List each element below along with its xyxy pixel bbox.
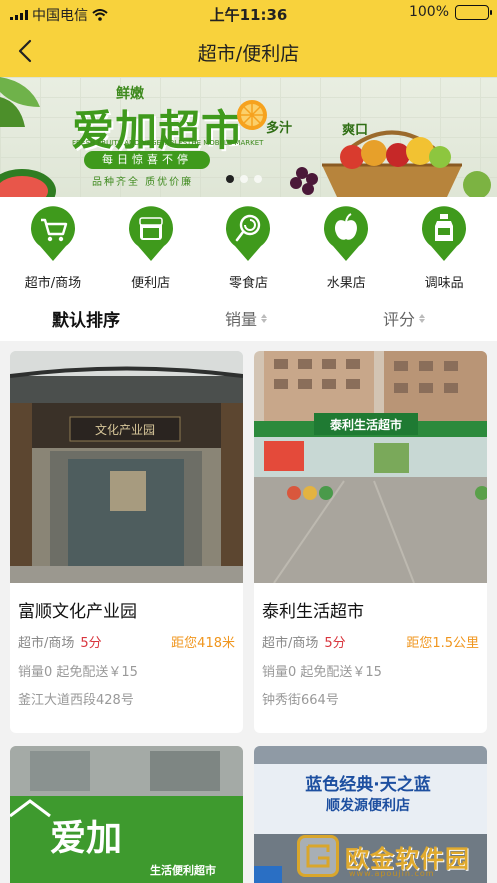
category-row: 超市/商场 便利店 零食店 水果店 调味品: [0, 197, 497, 293]
store-name: 富顺文化产业园: [18, 602, 137, 622]
store-photo: 泰利生活超市: [254, 351, 487, 583]
store-distance: 距您418米: [171, 636, 235, 651]
watermark: 欧金软件园 www.apoujin.com: [297, 831, 493, 881]
category-supermarket[interactable]: 超市/商场: [8, 197, 98, 293]
banner-subtitle: FRESH FRUITS AND VEGETABLESTHE MOBI LE M…: [72, 139, 264, 147]
category-label: 超市/商场: [24, 276, 82, 291]
category-label: 水果店: [326, 276, 366, 291]
store-category: 超市/商场: [262, 636, 319, 651]
status-right: 100%: [408, 4, 492, 20]
store-photo: 文化产业园: [10, 351, 243, 583]
status-bar: 中国电信 上午11:36 100%: [0, 0, 497, 26]
store-meta: 超市/商场 5分 距您418米: [18, 632, 235, 651]
sort-rating-label: 评分: [383, 310, 416, 329]
store-delivery: 销量0 起免配送￥15: [18, 665, 138, 680]
store-score: 5分: [80, 636, 102, 651]
leaf-decoration-icon: [0, 77, 40, 127]
cart-icon: [30, 206, 75, 261]
sort-rating[interactable]: 评分: [383, 306, 426, 330]
banner-title: 爱加超市: [72, 106, 245, 155]
nav-bar: 超市/便利店: [0, 26, 497, 77]
store-address: 釜江大道西段428号: [18, 693, 134, 708]
category-convenience[interactable]: 便利店: [106, 197, 196, 293]
store-meta: 超市/商场 5分 距您1.5公里: [262, 632, 479, 651]
store-card[interactable]: 爱加 生活便利超市: [10, 746, 243, 883]
store-distance: 距您1.5公里: [406, 636, 479, 651]
watermelon-icon: [0, 169, 56, 197]
bottle-icon: [422, 206, 467, 261]
store-sign-text: 蓝色经典·天之蓝: [305, 774, 430, 795]
page-title: 超市/便利店: [197, 43, 300, 65]
store-sign-text: 文化产业园: [95, 422, 155, 437]
store-card[interactable]: 文化产业园 富顺文化产业园 超市/商场 5分 距您418米 销量0 起免配送￥15…: [10, 351, 243, 733]
sort-default[interactable]: 默认排序: [52, 306, 120, 331]
store-address: 钟秀街664号: [262, 693, 339, 708]
watermark-url: www.apoujin.com: [349, 869, 435, 878]
category-fruit[interactable]: 水果店: [301, 197, 391, 293]
category-snack[interactable]: 零食店: [203, 197, 293, 293]
category-seasoning[interactable]: 调味品: [399, 197, 489, 293]
banner-dot[interactable]: [226, 175, 234, 183]
banner-pagination: [226, 175, 262, 183]
store-sign-text: 泰利生活超市: [329, 417, 402, 432]
sort-sales[interactable]: 销量: [225, 306, 268, 330]
store-sign-sub: 生活便利超市: [150, 863, 216, 877]
sort-sales-label: 销量: [225, 310, 258, 329]
top-bar: 中国电信 上午11:36 100% 超市/便利店: [0, 0, 497, 77]
sort-arrows-icon: [261, 313, 268, 323]
lollipop-icon: [226, 206, 271, 261]
store-delivery: 销量0 起免配送￥15: [262, 665, 382, 680]
banner-dot[interactable]: [240, 175, 248, 183]
store-sign-text: 爱加: [50, 818, 122, 859]
store-icon: [128, 206, 173, 261]
store-card[interactable]: 泰利生活超市 泰利生活超市 超市/商场 5分 距您1.5公里 销量0 起免配送￥1…: [254, 351, 487, 733]
banner-tagline: 品种齐全 质优价廉: [92, 177, 194, 188]
store-name: 泰利生活超市: [262, 602, 364, 622]
store-sign-sub: 顺发源便利店: [326, 797, 410, 814]
sort-arrows-icon: [419, 313, 426, 323]
category-label: 零食店: [228, 276, 268, 291]
store-score: 5分: [324, 636, 346, 651]
category-label: 便利店: [131, 276, 171, 291]
orange-slice-icon: [237, 100, 267, 130]
sort-default-label: 默认排序: [52, 311, 120, 331]
banner-slogan: 每日惊喜不停: [84, 151, 210, 169]
battery-icon: [455, 4, 492, 20]
fruit-basket-icon: [290, 130, 491, 197]
battery-percent: 100%: [408, 4, 449, 20]
sort-bar: 默认排序 销量 评分: [0, 293, 497, 341]
store-category: 超市/商场: [18, 636, 75, 651]
apple-icon: [324, 206, 369, 261]
watermark-logo-icon: [297, 835, 339, 877]
banner-dot[interactable]: [254, 175, 262, 183]
category-label: 调味品: [424, 276, 464, 291]
store-photo: 爱加 生活便利超市: [10, 746, 243, 883]
